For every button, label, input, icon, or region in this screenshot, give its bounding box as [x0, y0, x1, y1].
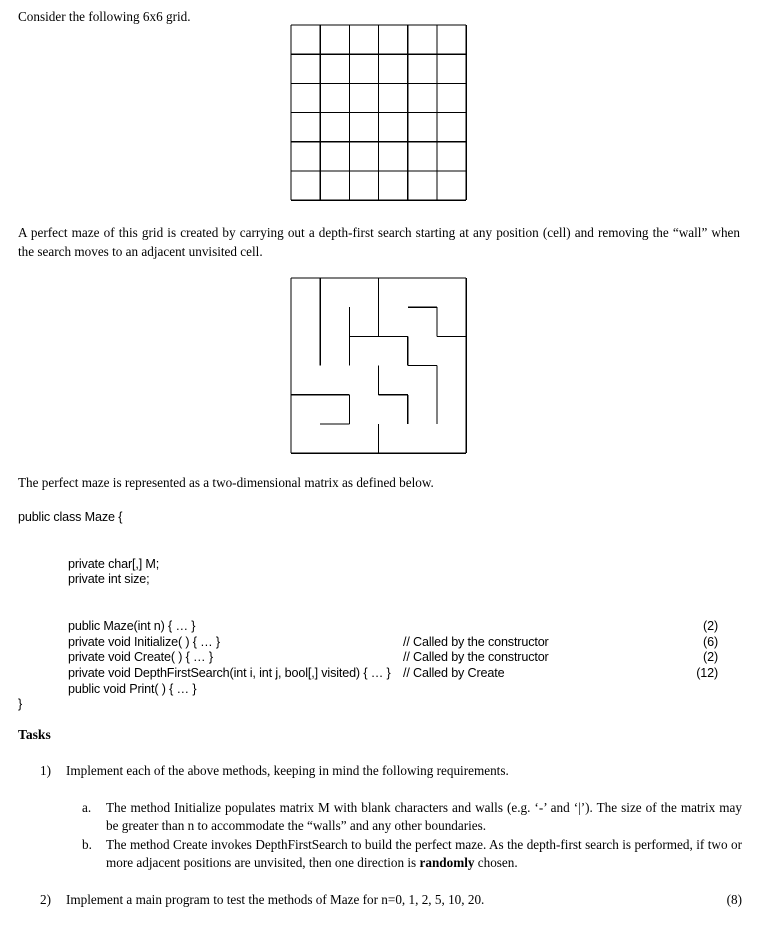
perfect-maze-figure: [290, 277, 467, 454]
task-marker: 1): [40, 763, 51, 778]
method-marks: (2): [703, 650, 718, 665]
method-comment: // Called by the constructor: [403, 650, 549, 665]
matrix-description-paragraph: The perfect maze is represented as a two…: [18, 475, 434, 490]
method-marks: (6): [703, 634, 718, 649]
method-marks: (12): [696, 665, 718, 680]
method-signature: private void DepthFirstSearch(int i, int…: [68, 665, 391, 680]
task-item: 1) Implement each of the above methods, …: [40, 762, 742, 873]
method-signature: private void Create( ) { … }: [68, 650, 213, 665]
document-page: Consider the following 6x6 grid. A perfe…: [0, 0, 771, 932]
tasks-list: 1) Implement each of the above methods, …: [40, 762, 742, 909]
method-signature: private void Initialize( ) { … }: [68, 634, 220, 649]
code-method-line: public void Print( ) { … }: [18, 682, 753, 698]
subtask-text: The method Initialize populates matrix M…: [106, 799, 742, 834]
task-marks: (8): [726, 891, 742, 907]
code-class-header: public class Maze {: [18, 510, 753, 526]
task-subrow: b. The method Create invokes DepthFirstS…: [82, 836, 742, 873]
intro-paragraph: Consider the following 6x6 grid.: [18, 9, 191, 24]
code-spacer: [18, 588, 753, 604]
subtask-marker: a.: [82, 799, 92, 815]
method-comment: // Called by Create: [403, 665, 505, 680]
task-subrow: a. The method Initialize populates matri…: [82, 799, 742, 836]
empty-grid-figure: [290, 24, 467, 201]
empty-grid-svg: [290, 24, 467, 201]
field-text: private int size;: [68, 572, 150, 587]
code-method-line: public Maze(int n) { … } (2): [18, 619, 753, 635]
task-marker: 2): [40, 891, 51, 907]
task-row: 1) Implement each of the above methods, …: [40, 762, 742, 781]
task-row: 2) Implement a main program to test the …: [40, 891, 742, 910]
code-spacer: [18, 526, 753, 542]
method-signature: public void Print( ) { … }: [68, 681, 197, 696]
maze-class-code-block: public class Maze { private char[,] M; p…: [18, 510, 753, 713]
code-spacer: [18, 541, 753, 557]
code-spacer: [18, 604, 753, 620]
method-signature: public Maze(int n) { … }: [68, 619, 196, 634]
method-marks: (2): [703, 619, 718, 634]
code-method-line: private void Initialize( ) { … } // Call…: [18, 635, 753, 651]
maze-description-paragraph: A perfect maze of this grid is created b…: [18, 225, 740, 259]
task-text: Implement each of the above methods, kee…: [66, 763, 509, 778]
task-sublist: a. The method Initialize populates matri…: [40, 799, 742, 873]
method-comment: // Called by the constructor: [403, 634, 549, 649]
code-class-footer: }: [18, 697, 753, 713]
perfect-maze-svg: [290, 277, 467, 454]
class-footer-text: }: [18, 697, 23, 712]
field-text: private char[,] M;: [68, 556, 160, 571]
tasks-heading: Tasks: [18, 727, 51, 742]
class-header-text: public class Maze {: [18, 510, 123, 524]
subtask-marker: b.: [82, 836, 92, 852]
task-item: 2) Implement a main program to test the …: [40, 891, 742, 910]
task-text: Implement a main program to test the met…: [66, 891, 485, 907]
code-field-line: private char[,] M;: [18, 557, 753, 573]
code-method-line: private void Create( ) { … } // Called b…: [18, 650, 753, 666]
subtask-text: The method Create invokes DepthFirstSear…: [106, 836, 742, 871]
code-method-line: private void DepthFirstSearch(int i, int…: [18, 666, 753, 682]
code-field-line: private int size;: [18, 572, 753, 588]
